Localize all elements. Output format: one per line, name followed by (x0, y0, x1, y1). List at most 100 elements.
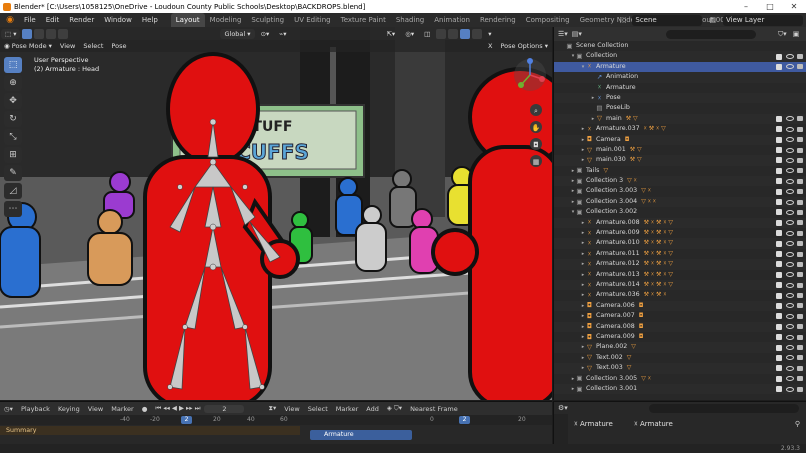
eye-icon[interactable] (786, 199, 794, 205)
eye-icon[interactable] (786, 365, 794, 371)
exclude-checkbox[interactable] (776, 354, 782, 361)
outliner-row[interactable]: ▸ ☓ Armature.013 ⚒ ☓ ⚒ ☓ ▽ (554, 270, 806, 280)
rendered-shading[interactable] (472, 28, 483, 39)
render-camera-icon[interactable] (797, 209, 803, 215)
exclude-checkbox[interactable] (776, 230, 782, 237)
outliner-row[interactable]: ▸ ☓ Armature.012 ⚒ ☓ ⚒ ☓ ▽ (554, 259, 806, 270)
playback-controls[interactable]: ⏮ ◂◂ ◀ ▶ ▸▸ ⏭ (151, 404, 204, 413)
timeline-editor-icon[interactable]: ◷▾ (0, 405, 17, 413)
menu-render[interactable]: Render (64, 13, 99, 27)
record-icon[interactable]: ● (138, 405, 152, 413)
tab-animation[interactable]: Animation (429, 13, 475, 27)
display-mode-icon[interactable]: ▤▾ (572, 30, 582, 38)
outliner-row[interactable]: ▸ ☓ Pose (554, 92, 806, 104)
render-camera-icon[interactable] (797, 334, 803, 340)
outliner-row[interactable]: ▸ ▣ Collection 3.004 ▽ ☓ ☓ (554, 196, 806, 208)
eye-icon[interactable] (786, 324, 794, 330)
outliner-row[interactable]: ▸ ☓ Armature.014 ⚒ ☓ ⚒ ☓ ▽ (554, 279, 806, 291)
outliner-row[interactable]: ▸ ▣ Tails ▽ (554, 166, 806, 176)
render-camera-icon[interactable] (797, 116, 803, 122)
transform-tool-icon[interactable]: ⊞ (4, 147, 22, 163)
render-camera-icon[interactable] (797, 126, 803, 132)
timeline-ruler[interactable]: -40 -20 2 20 40 60 0 2 20 (0, 415, 552, 425)
eye-icon[interactable] (786, 261, 794, 267)
properties-editor-icon[interactable]: ⚙▾ (558, 404, 568, 412)
wireframe-shading[interactable] (436, 28, 447, 39)
minimize-button[interactable]: – (734, 2, 758, 11)
annotate-tool-icon[interactable]: ✎ (4, 165, 22, 181)
menu-edit[interactable]: Edit (41, 13, 65, 27)
dopesheet-menu-select[interactable]: Select (304, 405, 332, 413)
menu-file[interactable]: File (19, 13, 41, 27)
eye-icon[interactable] (786, 334, 794, 340)
exclude-checkbox[interactable] (776, 271, 782, 278)
exclude-checkbox[interactable] (776, 365, 782, 372)
outliner-row[interactable]: ▸ ▣ Collection 3.001 (554, 383, 806, 395)
outliner-row[interactable]: ▾ ☓ Armature (554, 61, 806, 73)
pin-icon[interactable]: ⚲ (795, 420, 800, 428)
pose-options-dropdown[interactable]: Pose Options ▾ (496, 42, 552, 50)
move-tool-icon[interactable]: ✥ (4, 93, 22, 109)
render-camera-icon[interactable] (797, 157, 803, 163)
outliner-row[interactable]: ▸ ☓ Armature.037 ☓ ⚒ ☓ ▽ (554, 124, 806, 134)
exclude-checkbox[interactable] (776, 292, 782, 299)
render-camera-icon[interactable] (797, 261, 803, 267)
outliner-editor-icon[interactable]: ☰▾ (558, 30, 568, 38)
shading-options-icon[interactable]: ▾ (484, 29, 495, 39)
outliner-row[interactable]: ▸ ▽ Text.003 ▽ (554, 363, 806, 374)
exclude-checkbox[interactable] (776, 261, 782, 268)
eye-icon[interactable] (786, 386, 794, 392)
render-camera-icon[interactable] (797, 64, 803, 70)
outliner-row[interactable]: ▸ ☓ Armature.036 ⚒ ☓ ⚒ ☓ (554, 290, 806, 300)
timeline-menu-marker[interactable]: Marker (107, 405, 137, 413)
outliner-row[interactable]: ▸ ☓ Armature.011 ⚒ ☓ ⚒ ☓ ▽ (554, 249, 806, 259)
exclude-checkbox[interactable] (776, 188, 782, 195)
eye-icon[interactable] (786, 376, 794, 382)
select-box-mode[interactable] (22, 28, 33, 39)
eye-icon[interactable] (786, 209, 794, 215)
render-camera-icon[interactable] (797, 147, 803, 153)
eye-icon[interactable] (786, 251, 794, 257)
eye-icon[interactable] (786, 137, 794, 143)
outliner-row[interactable]: ↗ Animation (554, 72, 806, 83)
exclude-checkbox[interactable] (776, 167, 782, 174)
select-subtract-mode[interactable] (46, 28, 57, 39)
scene-selector[interactable]: Scene (632, 14, 703, 26)
render-camera-icon[interactable] (797, 189, 803, 195)
eye-icon[interactable] (786, 168, 794, 174)
render-camera-icon[interactable] (797, 251, 803, 257)
select-invert-mode[interactable] (58, 28, 69, 39)
outliner-row[interactable]: ▸ ▽ main.001 ⚒ ▽ (554, 145, 806, 155)
maximize-button[interactable]: □ (758, 2, 782, 11)
exclude-checkbox[interactable] (776, 344, 782, 351)
summary-channel[interactable]: Summary (0, 426, 300, 435)
new-collection-icon[interactable]: ▣ (793, 30, 800, 38)
render-camera-icon[interactable] (797, 386, 803, 392)
dopesheet-menu-view[interactable]: View (280, 405, 303, 413)
outliner-row[interactable]: ☓ Armature (554, 83, 806, 93)
exclude-checkbox[interactable] (776, 115, 782, 122)
render-camera-icon[interactable] (797, 241, 803, 247)
tab-shading[interactable]: Shading (391, 13, 429, 27)
tab-sculpting[interactable]: Sculpting (246, 13, 289, 27)
select-tool-icon[interactable]: ⬚ (4, 57, 22, 73)
eye-icon[interactable] (786, 116, 794, 122)
view-menu[interactable]: View (56, 42, 79, 50)
render-camera-icon[interactable] (797, 293, 803, 299)
exclude-checkbox[interactable] (776, 375, 782, 382)
exclude-checkbox[interactable] (776, 386, 782, 393)
outliner-row[interactable]: ▸ ☓ Armature.009 ⚒ ☓ ⚒ ☓ ▽ (554, 228, 806, 238)
render-camera-icon[interactable] (797, 168, 803, 174)
outliner-row[interactable]: ▸ ▣ Collection 3.003 ▽ ☓ (554, 186, 806, 196)
timeline-menu-view[interactable]: View (84, 405, 107, 413)
exclude-checkbox[interactable] (776, 136, 782, 143)
armature-channel[interactable]: Armature (310, 430, 412, 440)
outliner-search-input[interactable] (665, 29, 756, 39)
pivot-point-icon[interactable]: ⊙▾ (257, 29, 274, 39)
render-camera-icon[interactable] (797, 137, 803, 143)
outliner-row[interactable]: ▸ ▣ Collection 3.005 ▽ ☓ (554, 374, 806, 384)
snap-mode-dropdown[interactable]: Nearest Frame (406, 405, 462, 413)
eye-icon[interactable] (786, 147, 794, 153)
outliner-row[interactable]: ▣ Scene Collection (554, 41, 806, 51)
dope-editor-icon[interactable]: ⧗▾ (264, 404, 280, 413)
